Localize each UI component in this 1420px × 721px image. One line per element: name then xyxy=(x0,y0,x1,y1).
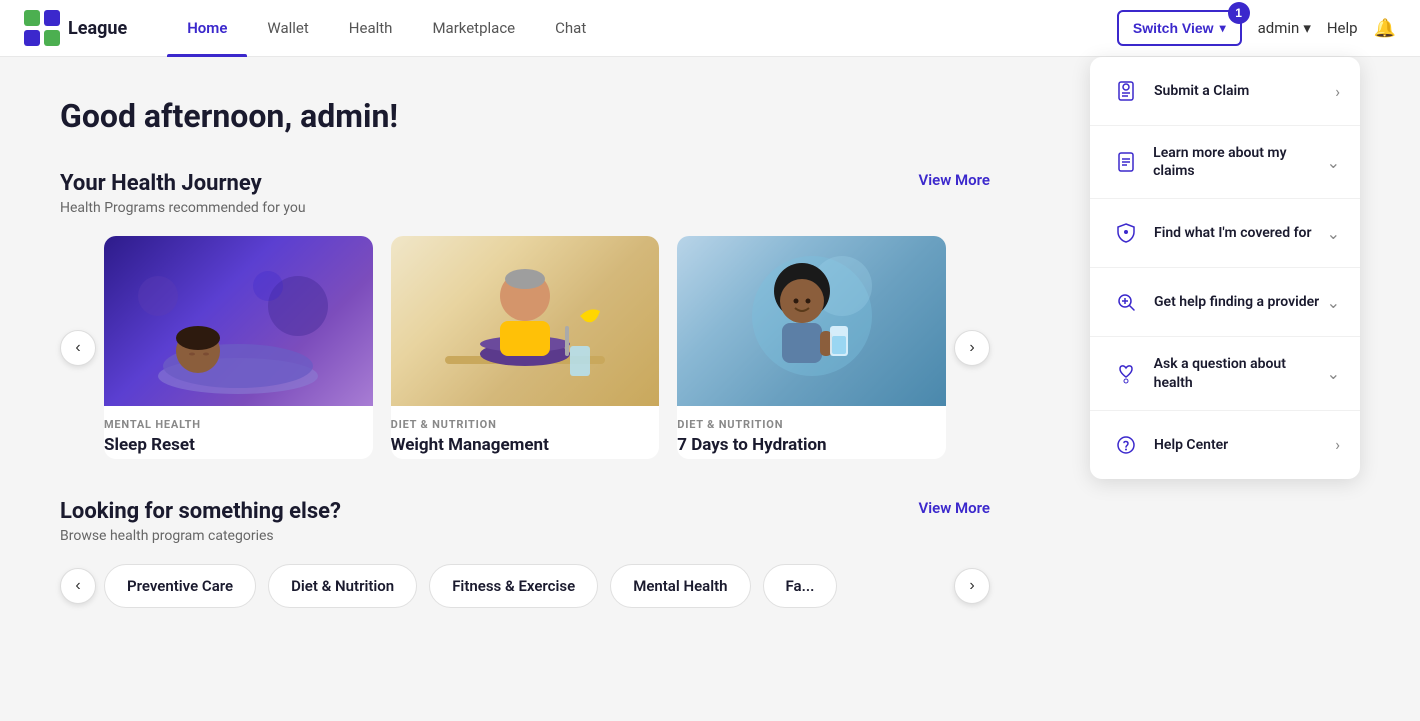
panel-item-learn-claims[interactable]: Learn more about my claims ⌄ xyxy=(1090,126,1360,199)
health-journey-title: Your Health Journey xyxy=(60,171,306,196)
switch-view-button[interactable]: Switch View ▾ 1 xyxy=(1117,10,1242,46)
panel-item-left-submit: Submit a Claim xyxy=(1110,75,1249,107)
looking-for-subtitle: Browse health program categories xyxy=(60,528,341,544)
panel-item-help-center[interactable]: Help Center › xyxy=(1090,411,1360,479)
card-category-hydration: DIET & NUTRITION xyxy=(677,418,946,431)
find-provider-label: Get help finding a provider xyxy=(1154,293,1319,311)
nav-wallet[interactable]: Wallet xyxy=(247,0,328,57)
chevron-down-icon: ▾ xyxy=(1303,19,1311,37)
looking-for-view-more[interactable]: View More xyxy=(919,499,990,517)
health-journey-view-more[interactable]: View More xyxy=(919,171,990,189)
document-icon xyxy=(1110,146,1141,178)
panel-item-submit-claim[interactable]: Submit a Claim › xyxy=(1090,57,1360,126)
logo[interactable]: League xyxy=(24,10,127,46)
looking-for-section: Looking for something else? Browse healt… xyxy=(60,499,990,608)
navbar: League Home Wallet Health Marketplace Ch… xyxy=(0,0,1420,57)
chip-diet-nutrition[interactable]: Diet & Nutrition xyxy=(268,564,417,608)
search-plus-icon xyxy=(1110,286,1142,318)
nav-right: Switch View ▾ 1 admin ▾ Help 🔔 xyxy=(1117,10,1396,46)
panel-item-left-provider: Get help finding a provider xyxy=(1110,286,1319,318)
card-body-sleep-reset: MENTAL HEALTH Sleep Reset xyxy=(104,406,373,459)
carousel-prev-button[interactable]: ‹ xyxy=(60,330,96,366)
chevron-down-icon: ⌄ xyxy=(1327,153,1340,172)
arrow-right-icon: › xyxy=(1335,82,1340,101)
panel-item-left-claims: Learn more about my claims xyxy=(1110,144,1327,180)
chips-prev-button[interactable]: ‹ xyxy=(60,568,96,604)
program-card-sleep-reset[interactable]: MENTAL HEALTH Sleep Reset xyxy=(104,236,373,459)
panel-item-left-help: Help Center xyxy=(1110,429,1228,461)
card-body-weight: DIET & NUTRITION Weight Management xyxy=(391,406,660,459)
quick-actions-panel: Submit a Claim › Learn more about my cla… xyxy=(1090,57,1360,479)
health-journey-subtitle: Health Programs recommended for you xyxy=(60,200,306,216)
main-content: Good afternoon, admin! Your Health Journ… xyxy=(0,57,1050,648)
notifications-bell-icon[interactable]: 🔔 xyxy=(1374,18,1396,39)
card-category-weight: DIET & NUTRITION xyxy=(391,418,660,431)
chevron-down-icon: ⌄ xyxy=(1327,293,1340,312)
chip-preventive-care[interactable]: Preventive Care xyxy=(104,564,256,608)
card-title-weight: Weight Management xyxy=(391,435,660,455)
nav-links: Home Wallet Health Marketplace Chat xyxy=(167,0,1117,57)
panel-item-covered[interactable]: Find what I'm covered for ⌄ xyxy=(1090,199,1360,268)
receipt-icon xyxy=(1110,75,1142,107)
panel-item-find-provider[interactable]: Get help finding a provider ⌄ xyxy=(1090,268,1360,337)
help-center-label: Help Center xyxy=(1154,436,1228,454)
chip-family[interactable]: Fa... xyxy=(763,564,838,608)
shield-icon xyxy=(1110,217,1142,249)
question-circle-icon xyxy=(1110,429,1142,461)
help-link[interactable]: Help xyxy=(1327,19,1358,37)
chips-container: Preventive Care Diet & Nutrition Fitness… xyxy=(104,564,946,608)
program-card-hydration[interactable]: DIET & NUTRITION 7 Days to Hydration xyxy=(677,236,946,459)
ask-health-label: Ask a question about health xyxy=(1154,355,1327,391)
admin-label: admin xyxy=(1258,19,1300,37)
chip-mental-health[interactable]: Mental Health xyxy=(610,564,750,608)
card-category-sleep-reset: MENTAL HEALTH xyxy=(104,418,373,431)
heart-chat-icon xyxy=(1110,358,1142,390)
chevron-down-icon: ⌄ xyxy=(1327,364,1340,383)
carousel-next-button[interactable]: › xyxy=(954,330,990,366)
panel-item-left-covered: Find what I'm covered for xyxy=(1110,217,1312,249)
health-journey-header: Your Health Journey Health Programs reco… xyxy=(60,171,990,216)
nav-chat[interactable]: Chat xyxy=(535,0,606,57)
program-cards-container: MENTAL HEALTH Sleep Reset xyxy=(104,236,946,459)
arrow-right-icon: › xyxy=(1335,435,1340,454)
category-chips-wrapper: ‹ Preventive Care Diet & Nutrition Fitne… xyxy=(60,564,990,608)
logo-text: League xyxy=(68,18,127,39)
card-body-hydration: DIET & NUTRITION 7 Days to Hydration xyxy=(677,406,946,459)
health-journey-carousel: ‹ xyxy=(60,236,990,459)
chip-fitness-exercise[interactable]: Fitness & Exercise xyxy=(429,564,598,608)
chevron-down-icon: ⌄ xyxy=(1327,224,1340,243)
looking-for-header: Looking for something else? Browse healt… xyxy=(60,499,990,544)
nav-marketplace[interactable]: Marketplace xyxy=(412,0,535,57)
switch-view-label: Switch View xyxy=(1133,20,1214,36)
submit-claim-label: Submit a Claim xyxy=(1154,82,1249,100)
nav-home[interactable]: Home xyxy=(167,0,247,57)
card-title-sleep-reset: Sleep Reset xyxy=(104,435,373,455)
greeting-heading: Good afternoon, admin! xyxy=(60,97,990,135)
card-title-hydration: 7 Days to Hydration xyxy=(677,435,946,455)
learn-claims-label: Learn more about my claims xyxy=(1153,144,1326,180)
panel-item-left-health: Ask a question about health xyxy=(1110,355,1327,391)
looking-for-title: Looking for something else? xyxy=(60,499,341,524)
panel-item-ask-health[interactable]: Ask a question about health ⌄ xyxy=(1090,337,1360,410)
program-card-weight-management[interactable]: DIET & NUTRITION Weight Management xyxy=(391,236,660,459)
nav-health[interactable]: Health xyxy=(329,0,413,57)
chips-next-button[interactable]: › xyxy=(954,568,990,604)
admin-menu[interactable]: admin ▾ xyxy=(1258,19,1311,37)
covered-label: Find what I'm covered for xyxy=(1154,224,1312,242)
chevron-down-icon: ▾ xyxy=(1220,21,1226,35)
switch-view-badge: 1 xyxy=(1228,2,1250,24)
